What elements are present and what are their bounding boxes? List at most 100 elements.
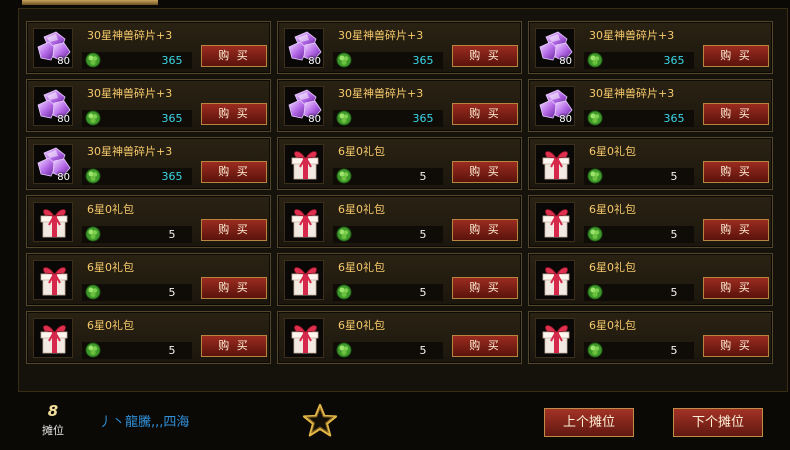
buy-button[interactable]: 购 买 bbox=[703, 45, 769, 67]
buy-button[interactable]: 购 买 bbox=[703, 103, 769, 125]
shop-slot[interactable]: 6星0礼包 5 购 买 bbox=[26, 195, 271, 248]
buy-button[interactable]: 购 买 bbox=[201, 161, 267, 183]
item-price: 365 bbox=[161, 54, 183, 67]
gift-box-icon[interactable] bbox=[284, 260, 324, 300]
gift-box-icon[interactable] bbox=[535, 318, 575, 358]
prev-stall-button[interactable]: 上个摊位 bbox=[544, 408, 634, 437]
item-name: 30星神兽碎片+3 bbox=[338, 87, 424, 100]
shop-slot[interactable]: 80 30星神兽碎片+3 365 购 买 bbox=[26, 137, 271, 190]
item-price: 365 bbox=[161, 170, 183, 183]
item-price: 5 bbox=[670, 170, 678, 183]
price-bar: 5 bbox=[584, 168, 694, 185]
green-gem-coin-icon bbox=[85, 226, 101, 242]
buy-button[interactable]: 购 买 bbox=[452, 335, 518, 357]
green-gem-coin-icon bbox=[336, 284, 352, 300]
shop-slot[interactable]: 6星0礼包 5 购 买 bbox=[277, 137, 522, 190]
item-quantity: 80 bbox=[308, 114, 321, 125]
shop-slot[interactable]: 6星0礼包 5 购 买 bbox=[277, 253, 522, 306]
shop-slot[interactable]: 80 30星神兽碎片+3 365 购 买 bbox=[26, 79, 271, 132]
shop-slot[interactable]: 80 30星神兽碎片+3 365 购 买 bbox=[26, 21, 271, 74]
price-bar: 5 bbox=[584, 342, 694, 359]
shop-slot[interactable]: 6星0礼包 5 购 买 bbox=[26, 253, 271, 306]
gift-box-icon[interactable] bbox=[284, 144, 324, 184]
item-name: 6星0礼包 bbox=[87, 203, 134, 216]
gift-box-icon[interactable] bbox=[535, 260, 575, 300]
shop-slot[interactable]: 6星0礼包 5 购 买 bbox=[528, 195, 773, 248]
shop-slot[interactable]: 6星0礼包 5 购 买 bbox=[528, 311, 773, 364]
stall-owner-name[interactable]: 丿丶龍騰,,,四海 bbox=[99, 411, 189, 430]
purple-gem-icon[interactable]: 80 bbox=[535, 28, 575, 68]
item-price: 5 bbox=[168, 228, 176, 241]
item-price: 5 bbox=[670, 228, 678, 241]
gift-box-icon[interactable] bbox=[33, 202, 73, 242]
green-gem-coin-icon bbox=[85, 284, 101, 300]
purple-gem-icon[interactable]: 80 bbox=[33, 86, 73, 126]
buy-button[interactable]: 购 买 bbox=[201, 45, 267, 67]
shop-slot[interactable]: 6星0礼包 5 购 买 bbox=[277, 195, 522, 248]
buy-button[interactable]: 购 买 bbox=[201, 335, 267, 357]
green-gem-coin-icon bbox=[336, 52, 352, 68]
item-price: 5 bbox=[168, 286, 176, 299]
shop-slot[interactable]: 6星0礼包 5 购 买 bbox=[528, 253, 773, 306]
price-bar: 5 bbox=[333, 226, 443, 243]
price-bar: 5 bbox=[584, 226, 694, 243]
item-name: 6星0礼包 bbox=[589, 261, 636, 274]
item-quantity: 80 bbox=[57, 114, 70, 125]
gift-box-icon[interactable] bbox=[535, 202, 575, 242]
purple-gem-icon[interactable]: 80 bbox=[33, 144, 73, 184]
top-tab-edge bbox=[22, 0, 158, 5]
gift-box-icon[interactable] bbox=[284, 202, 324, 242]
green-gem-coin-icon bbox=[336, 168, 352, 184]
buy-button[interactable]: 购 买 bbox=[452, 219, 518, 241]
shop-slot[interactable]: 6星0礼包 5 购 买 bbox=[528, 137, 773, 190]
item-grid: 80 30星神兽碎片+3 365 购 买 80 30星神兽碎片+3 365 购 … bbox=[26, 21, 776, 368]
gift-box-icon[interactable] bbox=[33, 260, 73, 300]
green-gem-coin-icon bbox=[336, 342, 352, 358]
purple-gem-icon[interactable]: 80 bbox=[535, 86, 575, 126]
gift-box-icon[interactable] bbox=[284, 318, 324, 358]
buy-button[interactable]: 购 买 bbox=[703, 219, 769, 241]
stall-number: 8 bbox=[47, 402, 59, 420]
green-gem-coin-icon bbox=[85, 168, 101, 184]
item-quantity: 80 bbox=[559, 56, 572, 67]
shop-slot[interactable]: 6星0礼包 5 购 买 bbox=[26, 311, 271, 364]
buy-button[interactable]: 购 买 bbox=[703, 161, 769, 183]
price-bar: 5 bbox=[82, 284, 192, 301]
gift-box-icon[interactable] bbox=[33, 318, 73, 358]
buy-button[interactable]: 购 买 bbox=[452, 161, 518, 183]
green-gem-coin-icon bbox=[587, 284, 603, 300]
purple-gem-icon[interactable]: 80 bbox=[284, 86, 324, 126]
star-outline-icon[interactable] bbox=[301, 402, 339, 440]
item-price: 5 bbox=[670, 286, 678, 299]
shop-slot[interactable]: 80 30星神兽碎片+3 365 购 买 bbox=[277, 21, 522, 74]
next-stall-button[interactable]: 下个摊位 bbox=[673, 408, 763, 437]
buy-button[interactable]: 购 买 bbox=[201, 103, 267, 125]
item-quantity: 80 bbox=[308, 56, 321, 67]
buy-button[interactable]: 购 买 bbox=[703, 335, 769, 357]
price-bar: 5 bbox=[333, 168, 443, 185]
item-name: 6星0礼包 bbox=[338, 319, 385, 332]
buy-button[interactable]: 购 买 bbox=[703, 277, 769, 299]
buy-button[interactable]: 购 买 bbox=[201, 219, 267, 241]
green-gem-coin-icon bbox=[587, 52, 603, 68]
item-name: 6星0礼包 bbox=[87, 319, 134, 332]
buy-button[interactable]: 购 买 bbox=[452, 103, 518, 125]
item-price: 365 bbox=[663, 54, 685, 67]
purple-gem-icon[interactable]: 80 bbox=[284, 28, 324, 68]
item-name: 30星神兽碎片+3 bbox=[87, 29, 173, 42]
shop-slot[interactable]: 6星0礼包 5 购 买 bbox=[277, 311, 522, 364]
item-name: 6星0礼包 bbox=[338, 203, 385, 216]
buy-button[interactable]: 购 买 bbox=[201, 277, 267, 299]
shop-slot[interactable]: 80 30星神兽碎片+3 365 购 买 bbox=[528, 21, 773, 74]
buy-button[interactable]: 购 买 bbox=[452, 45, 518, 67]
shop-slot[interactable]: 80 30星神兽碎片+3 365 购 买 bbox=[277, 79, 522, 132]
item-name: 30星神兽碎片+3 bbox=[87, 145, 173, 158]
item-name: 30星神兽碎片+3 bbox=[589, 87, 675, 100]
buy-button[interactable]: 购 买 bbox=[452, 277, 518, 299]
purple-gem-icon[interactable]: 80 bbox=[33, 28, 73, 68]
green-gem-coin-icon bbox=[587, 226, 603, 242]
item-name: 6星0礼包 bbox=[589, 145, 636, 158]
item-name: 6星0礼包 bbox=[589, 319, 636, 332]
gift-box-icon[interactable] bbox=[535, 144, 575, 184]
shop-slot[interactable]: 80 30星神兽碎片+3 365 购 买 bbox=[528, 79, 773, 132]
